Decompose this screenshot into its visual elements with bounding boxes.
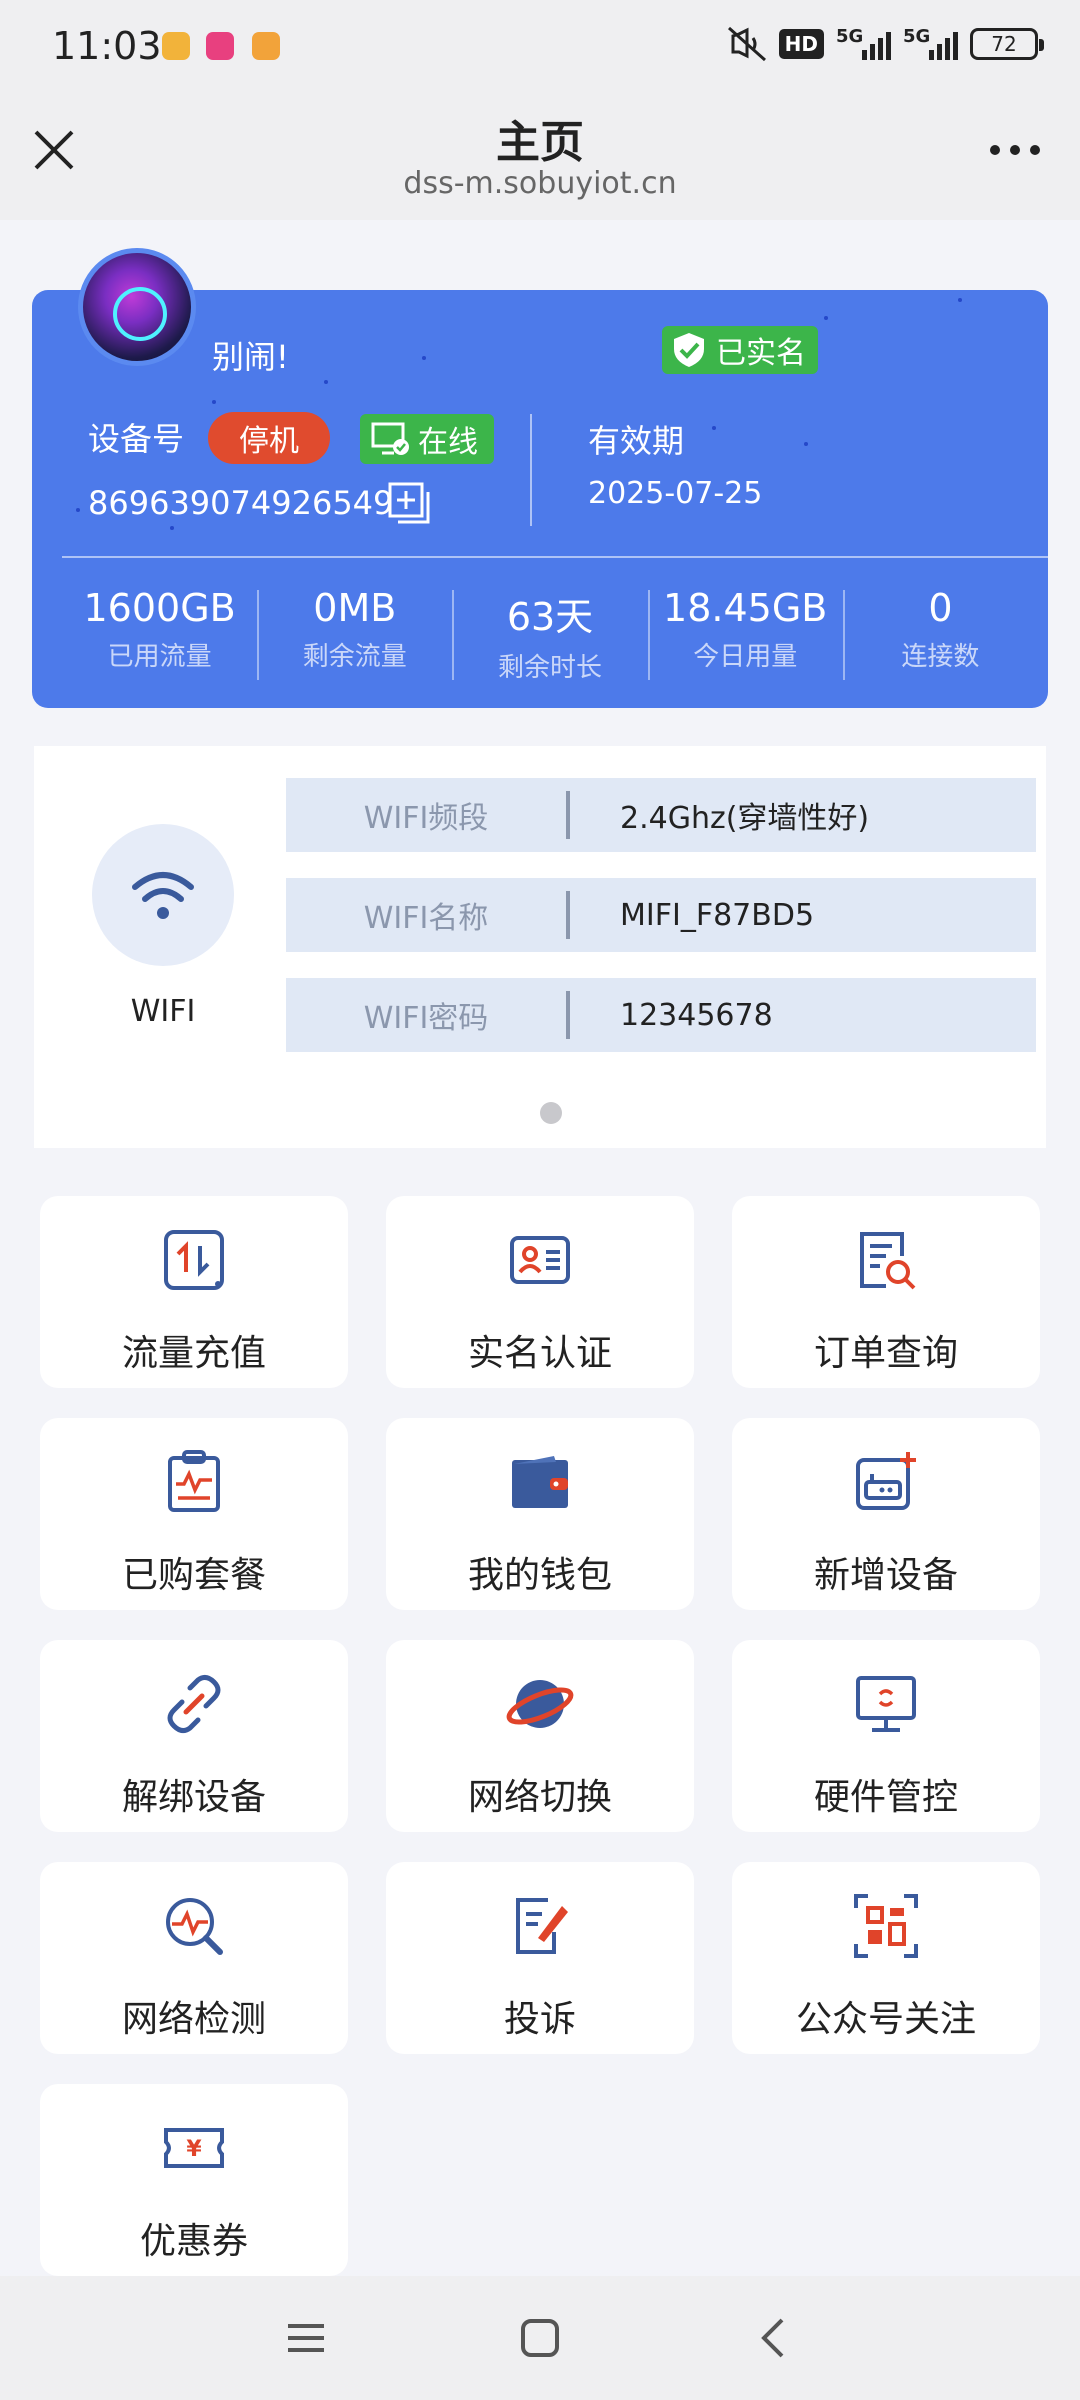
page-title: 主页 [496, 117, 584, 168]
svg-text:¥: ¥ [186, 2137, 202, 2162]
chat-app-icon [162, 32, 190, 60]
stat-remaining-data: 0MB 剩余流量 [257, 586, 452, 684]
tile-order-search[interactable]: 订单查询 [732, 1196, 1040, 1388]
wifi-icon [132, 872, 194, 919]
order-search-icon [860, 1232, 916, 1290]
tile-complaint[interactable]: 投诉 [386, 1862, 694, 2054]
tile-follow-official-account[interactable]: 公众号关注 [732, 1862, 1040, 2054]
tile-real-name[interactable]: 实名认证 [386, 1196, 694, 1388]
status-time: 11:03 [52, 24, 162, 68]
stat-connections: 0 连接数 [842, 586, 1038, 684]
unlink-icon [167, 1674, 221, 1734]
tile-network-check[interactable]: 网络检测 [40, 1862, 348, 2054]
stat-used-data: 1600GB 已用流量 [83, 586, 236, 672]
network-check-icon [166, 1898, 223, 1955]
tile-my-wallet[interactable]: 我的钱包 [386, 1418, 694, 1610]
validity-date: 2025-07-25 [588, 476, 763, 511]
back-icon[interactable] [752, 2316, 796, 2360]
status-bar: 11:03 HD 5G 5G 72 [0, 0, 1080, 90]
verified-badge: 已实名 [662, 326, 818, 374]
coupon-icon: ¥ [164, 2128, 224, 2168]
signal-icon: 5G [903, 26, 958, 60]
device-number-label: 设备号 [88, 420, 185, 458]
home-icon[interactable] [518, 2316, 562, 2360]
hd-badge: HD [778, 29, 824, 59]
pager-dot[interactable] [540, 1102, 562, 1124]
battery-icon: 72 [970, 28, 1044, 60]
id-card-icon [510, 1236, 570, 1284]
wifi-button[interactable] [92, 824, 234, 966]
tile-network-switch[interactable]: 网络切换 [386, 1640, 694, 1832]
qr-code-icon [854, 1894, 918, 1958]
copy-icon[interactable] [388, 482, 432, 526]
header: 主页 dss-m.sobuyiot.cn [0, 90, 1080, 220]
tile-purchased-plans[interactable]: 已购套餐 [40, 1418, 348, 1610]
divider [530, 414, 532, 526]
more-icon[interactable] [990, 138, 1046, 162]
wifi-password-row[interactable]: WIFI密码 12345678 [286, 978, 1036, 1052]
tile-hardware-control[interactable]: 硬件管控 [732, 1640, 1040, 1832]
wifi-caption: WIFI [130, 994, 196, 1029]
wifi-name-row[interactable]: WIFI名称 MIFI_F87BD5 [286, 878, 1036, 952]
divider [62, 556, 1048, 558]
monitor-icon [856, 1676, 916, 1732]
device-card: 已实名 设备号 停机 在线 869639074926549 有效期 2025-0… [32, 290, 1048, 708]
planet-icon [506, 1680, 574, 1728]
data-recharge-icon [164, 1230, 224, 1290]
stat-today-usage: 18.45GB 今日用量 [647, 586, 843, 684]
stat-remaining-days: 63天 剩余时长 [452, 586, 647, 684]
stats-row: 1600GB 已用流量 0MB 剩余流量 63天 剩余时长 18.45GB 今日… [62, 586, 1038, 684]
page-url: dss-m.sobuyiot.cn [403, 166, 677, 201]
mute-icon [727, 26, 766, 62]
shield-check-icon [674, 333, 704, 367]
validity-label: 有效期 [588, 422, 685, 460]
wifi-card: WIFI WIFI频段 2.4Ghz(穿墙性好) WIFI名称 MIFI_F87… [34, 746, 1046, 1148]
signal-icon: 5G [836, 26, 891, 60]
avatar[interactable] [78, 248, 196, 366]
menu-icon[interactable] [284, 2316, 328, 2360]
tile-unbind-device[interactable]: 解绑设备 [40, 1640, 348, 1832]
device-number: 869639074926549 [88, 484, 394, 522]
tile-data-recharge[interactable]: 流量充值 [40, 1196, 348, 1388]
wifi-band-row[interactable]: WIFI频段 2.4Ghz(穿墙性好) [286, 778, 1036, 852]
tile-coupon[interactable]: ¥ 优惠券 [40, 2084, 348, 2276]
wallet-icon [512, 1456, 568, 1508]
clipboard-icon [168, 1450, 220, 1512]
add-device-icon [856, 1452, 916, 1510]
system-nav-bar [0, 2276, 1080, 2400]
monitor-check-icon [371, 422, 409, 455]
status-badge-online: 在线 [360, 414, 494, 464]
status-badge-stopped: 停机 [208, 412, 330, 464]
shop-app-icon [206, 32, 234, 60]
complaint-icon [516, 1898, 568, 1954]
tile-add-device[interactable]: 新增设备 [732, 1418, 1040, 1610]
user-nickname: 别闹! [212, 338, 289, 376]
game-app-icon [252, 32, 280, 60]
